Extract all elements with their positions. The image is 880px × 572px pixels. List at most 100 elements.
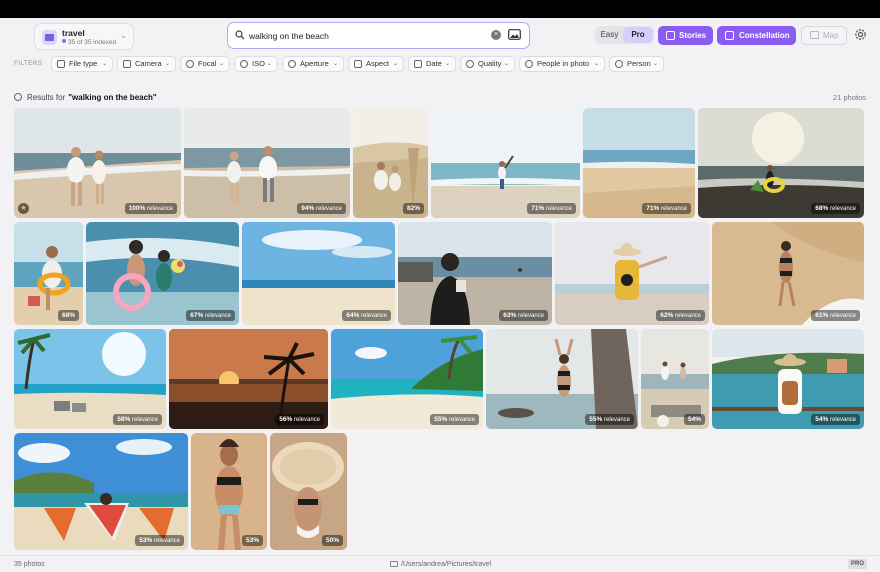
filter-aspect[interactable]: Aspect ⌄ [348,56,404,72]
chevron-down-icon: ⌄ [392,61,398,67]
relevance-badge: 61% relevance [811,310,860,321]
camera-icon [123,60,131,68]
photo-tile[interactable]: 63% relevance [398,222,552,325]
photo-tile[interactable]: ★ 100% relevance [14,108,181,218]
relevance-badge: 68% relevance [811,203,860,214]
constellation-button[interactable]: Constellation [717,26,796,45]
image-search-icon[interactable] [508,29,521,40]
results-count: 21 photos [833,93,866,102]
photo-tile[interactable]: 55% relevance [331,329,483,429]
chevron-down-icon: ⌄ [218,61,224,67]
folder-icon [390,561,398,567]
photo-image [191,433,267,550]
clear-search-icon[interactable]: × [491,30,501,40]
image-icon [57,60,65,68]
photo-tile[interactable]: 94% relevance [184,108,350,218]
search-box: × [227,22,530,49]
filter-label: ISO [252,59,265,68]
photo-tile[interactable]: 50% [270,433,347,550]
relevance-badge: 62% relevance [656,310,705,321]
relevance-badge: 94% relevance [297,203,346,214]
folder-path-label: /Users/andrea/Pictures/travel [401,561,492,568]
photo-tile[interactable]: 56% relevance [169,329,328,429]
relevance-badge: 82% [402,203,424,214]
filter-person[interactable]: Person ⌄ [609,56,664,72]
chevron-down-icon: ⌄ [164,61,170,67]
filter-bar: FILTERS File type ⌄ Camera ⌄ Focal ⌄ ISO ⌄ A… [0,54,880,76]
photo-tile[interactable]: 71% relevance [583,108,695,218]
relevance-badge: 100% relevance [124,203,177,214]
filter-date[interactable]: Date ⌄ [408,56,456,72]
filter-iso[interactable]: ISO ⌄ [234,56,278,72]
photo-tile[interactable]: 68% [14,222,83,325]
constellation-label: Constellation [739,31,790,40]
photo-image [353,108,428,218]
status-dot-icon [62,39,66,43]
relevance-badge: 53% [241,535,263,546]
relevance-badge: 55% relevance [585,414,634,425]
filter-file-type[interactable]: File type ⌄ [51,56,113,72]
relevance-badge: 58% relevance [113,414,162,425]
focal-icon [186,60,194,68]
filter-label: File type [69,59,98,68]
photo-tile[interactable]: 68% relevance [698,108,864,218]
filter-camera[interactable]: Camera ⌄ [117,56,176,72]
filter-aperture[interactable]: Aperture ⌄ [282,56,344,72]
library-subtitle: 35 of 35 indexed [68,39,117,46]
photo-tile[interactable]: 71% relevance [431,108,580,218]
filter-label: Person [627,59,651,68]
photo-image [14,433,188,550]
results-query: "walking on the beach" [68,93,157,102]
quality-icon [466,60,474,68]
gear-icon[interactable] [853,27,868,42]
library-switcher[interactable]: travel 35 of 35 indexed ⌄ [34,23,134,50]
status-folder-path[interactable]: /Users/andrea/Pictures/travel [390,561,491,568]
search-input[interactable] [249,28,479,43]
status-photo-count: 35 photos [14,561,45,568]
people-icon [525,60,533,68]
stories-label: Stories [679,31,707,40]
filter-label: Camera [135,59,162,68]
iso-icon [240,60,248,68]
chevron-down-icon: ⌄ [332,61,338,67]
photo-image [583,108,695,218]
photo-image [431,108,580,218]
photo-tile[interactable]: 55% relevance [486,329,638,429]
filter-quality[interactable]: Quality ⌄ [460,56,515,72]
library-index-status: 35 of 35 indexed [62,39,116,46]
chevron-down-icon: ⌄ [444,61,450,67]
relevance-badge: 71% relevance [642,203,691,214]
photo-tile[interactable]: 53% [191,433,267,550]
mode-easy-button[interactable]: Easy [595,26,624,44]
map-button[interactable]: Map [801,26,847,45]
relevance-badge: 67% relevance [186,310,235,321]
status-bar: 35 photos /Users/andrea/Pictures/travel … [0,555,880,572]
photo-tile[interactable]: 61% relevance [712,222,864,325]
relevance-badge: 53% relevance [135,535,184,546]
photo-tile[interactable]: 58% relevance [14,329,166,429]
chevron-down-icon: ⌄ [593,61,599,67]
mode-pro-button[interactable]: Pro [623,27,653,43]
calendar-icon [414,60,422,68]
chevron-down-icon: ⌄ [101,61,107,67]
photo-tile[interactable]: 54% [641,329,709,429]
filter-focal[interactable]: Focal ⌄ [180,56,230,72]
chevron-down-icon: ⌄ [120,31,127,40]
photo-tile[interactable]: 67% relevance [86,222,239,325]
photo-tile[interactable]: 64% relevance [242,222,395,325]
filter-people-in-photo[interactable]: People in photo ⌄ [519,56,605,72]
relevance-badge: 50% [321,535,343,546]
photo-tile[interactable]: 54% relevance [712,329,864,429]
filters-label: FILTERS [14,61,43,67]
photo-tile[interactable]: 53% relevance [14,433,188,550]
relevance-badge: 55% relevance [430,414,479,425]
relevance-badge: 56% relevance [275,414,324,425]
folder-icon [42,30,57,45]
filter-label: People in photo [537,59,590,68]
search-icon [235,30,245,40]
favorite-star-icon[interactable]: ★ [18,203,29,214]
photo-tile[interactable]: 62% relevance [555,222,709,325]
stories-button[interactable]: Stories [658,26,713,45]
photo-tile[interactable]: 82% [353,108,428,218]
map-icon [810,31,819,39]
